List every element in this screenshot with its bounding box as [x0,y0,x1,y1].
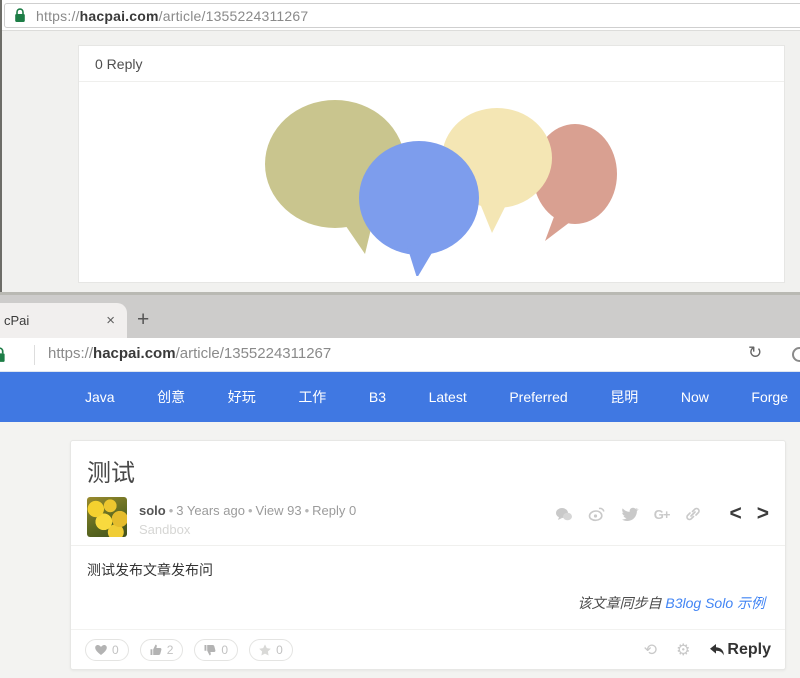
twitter-share-icon[interactable] [621,505,639,523]
window1-left-edge [0,0,2,292]
thumbs-down-icon [204,644,216,655]
thumbs-up-button[interactable]: 2 [139,638,184,661]
speech-bubbles-illustration [264,100,617,276]
share-toolbar: G+ < > [555,503,769,524]
nav-item-kunming[interactable]: 昆明 [610,387,638,407]
secure-lock-icon [0,347,5,362]
window1-url-field[interactable]: https://hacpai.com/article/1355224311267 [4,3,800,28]
blue-bubble [358,141,479,276]
reload-icon[interactable]: ↻ [748,343,762,363]
clipped-browser-icon [792,347,800,362]
nav-item-forge[interactable]: Forge [751,389,788,405]
permalink-icon[interactable] [684,505,702,523]
sandbox-badge: Sandbox [139,522,191,537]
article-meta: solo • 3 Years ago • View 93 • Reply 0 [139,503,356,518]
article-divider [71,545,785,546]
thumbs-down-count: 0 [221,642,229,657]
nav-item-latest[interactable]: Latest [429,389,467,405]
sync-source-link[interactable]: B3log Solo 示例 [665,595,765,611]
meta-dot: • [247,503,253,518]
comments-panel: 0 Reply [78,45,785,283]
nav-item-haowan[interactable]: 好玩 [228,387,256,407]
heart-vote-button[interactable]: 0 [85,638,129,661]
thumbs-up-icon [150,644,162,655]
nav-item-b3[interactable]: B3 [369,389,386,405]
refresh-comments-icon[interactable]: ⟲ [644,640,657,660]
sync-prefix: 该文章同步自 [577,595,666,611]
meta-dot: • [304,503,310,518]
site-nav-items: Java 创意 好玩 工作 B3 Latest Preferred 昆明 Now… [85,372,788,422]
url-path: /article/1355224311267 [158,7,309,24]
empty-comments-illustration [79,82,784,280]
nav-item-now[interactable]: Now [681,389,709,405]
star-icon [259,643,271,655]
footer-actions: ⟲ ⚙ Reply [644,640,771,660]
site-nav-bar: Java 创意 好玩 工作 B3 Latest Preferred 昆明 Now… [0,372,800,422]
nav-item-java[interactable]: Java [85,389,115,405]
star-count: 0 [276,642,283,657]
thumbs-up-count: 2 [166,642,174,657]
gear-icon[interactable]: ⚙ [676,640,690,660]
url-domain: hacpai.com [93,345,176,362]
comments-header: 0 Reply [79,46,784,82]
tab-close-icon[interactable]: × [106,312,115,329]
author-avatar[interactable] [87,497,127,537]
prev-article-button[interactable]: < [729,503,741,524]
tab-label: cPai [4,313,30,328]
reply-arrow-icon [710,643,725,655]
article-time: 3 Years ago [176,503,245,518]
heart-count: 0 [112,642,119,657]
article-body: 测试发布文章发布问 [87,562,213,578]
article-reply-count: Reply 0 [312,503,357,518]
window1-address-bar: https://hacpai.com/article/1355224311267 [0,0,800,31]
window2-address-bar[interactable]: https://hacpai.com/article/1355224311267… [0,338,800,372]
weibo-share-icon[interactable] [588,505,606,523]
meta-dot: • [168,503,174,518]
sync-note: 该文章同步自 B3log Solo 示例 [578,593,766,613]
reply-button-label: Reply [727,640,771,658]
nav-item-preferred[interactable]: Preferred [509,389,567,405]
url-domain: hacpai.com [79,7,159,24]
star-vote-button[interactable]: 0 [249,638,293,661]
article-card: 测试 solo • 3 Years ago • View 93 • Reply 0 Sand… [70,440,786,670]
thumbs-down-button[interactable]: 0 [194,638,239,661]
article-views: View 93 [255,503,302,518]
urlbar-separator [34,345,35,365]
reply-button[interactable]: Reply [709,641,771,659]
url-path: /article/1355224311267 [175,345,332,362]
url-protocol: https:// [36,7,80,24]
browser-tab-hacpai[interactable]: cPai × [0,303,127,338]
author-name[interactable]: solo [139,503,166,518]
nav-item-chuangyi[interactable]: 创意 [157,387,185,407]
wechat-share-icon[interactable] [555,505,573,523]
article-footer: 0 2 0 0 ⟲ ⚙ Reply [71,629,785,669]
secure-lock-icon [15,8,25,22]
next-article-button[interactable]: > [757,503,769,524]
window2-tab-strip: cPai × + [0,295,800,338]
new-tab-button[interactable]: + [137,309,149,330]
window1-url-text: https://hacpai.com/article/1355224311267 [36,8,308,24]
screenshot-stage: https://hacpai.com/article/1355224311267… [0,0,800,678]
heart-icon [95,644,107,655]
nav-item-gongzuo[interactable]: 工作 [298,387,326,407]
window2-url-text: https://hacpai.com/article/1355224311267 [48,345,331,362]
googleplus-share-icon[interactable]: G+ [654,507,671,522]
article-title: 测试 [87,460,135,487]
url-protocol: https:// [48,345,94,362]
